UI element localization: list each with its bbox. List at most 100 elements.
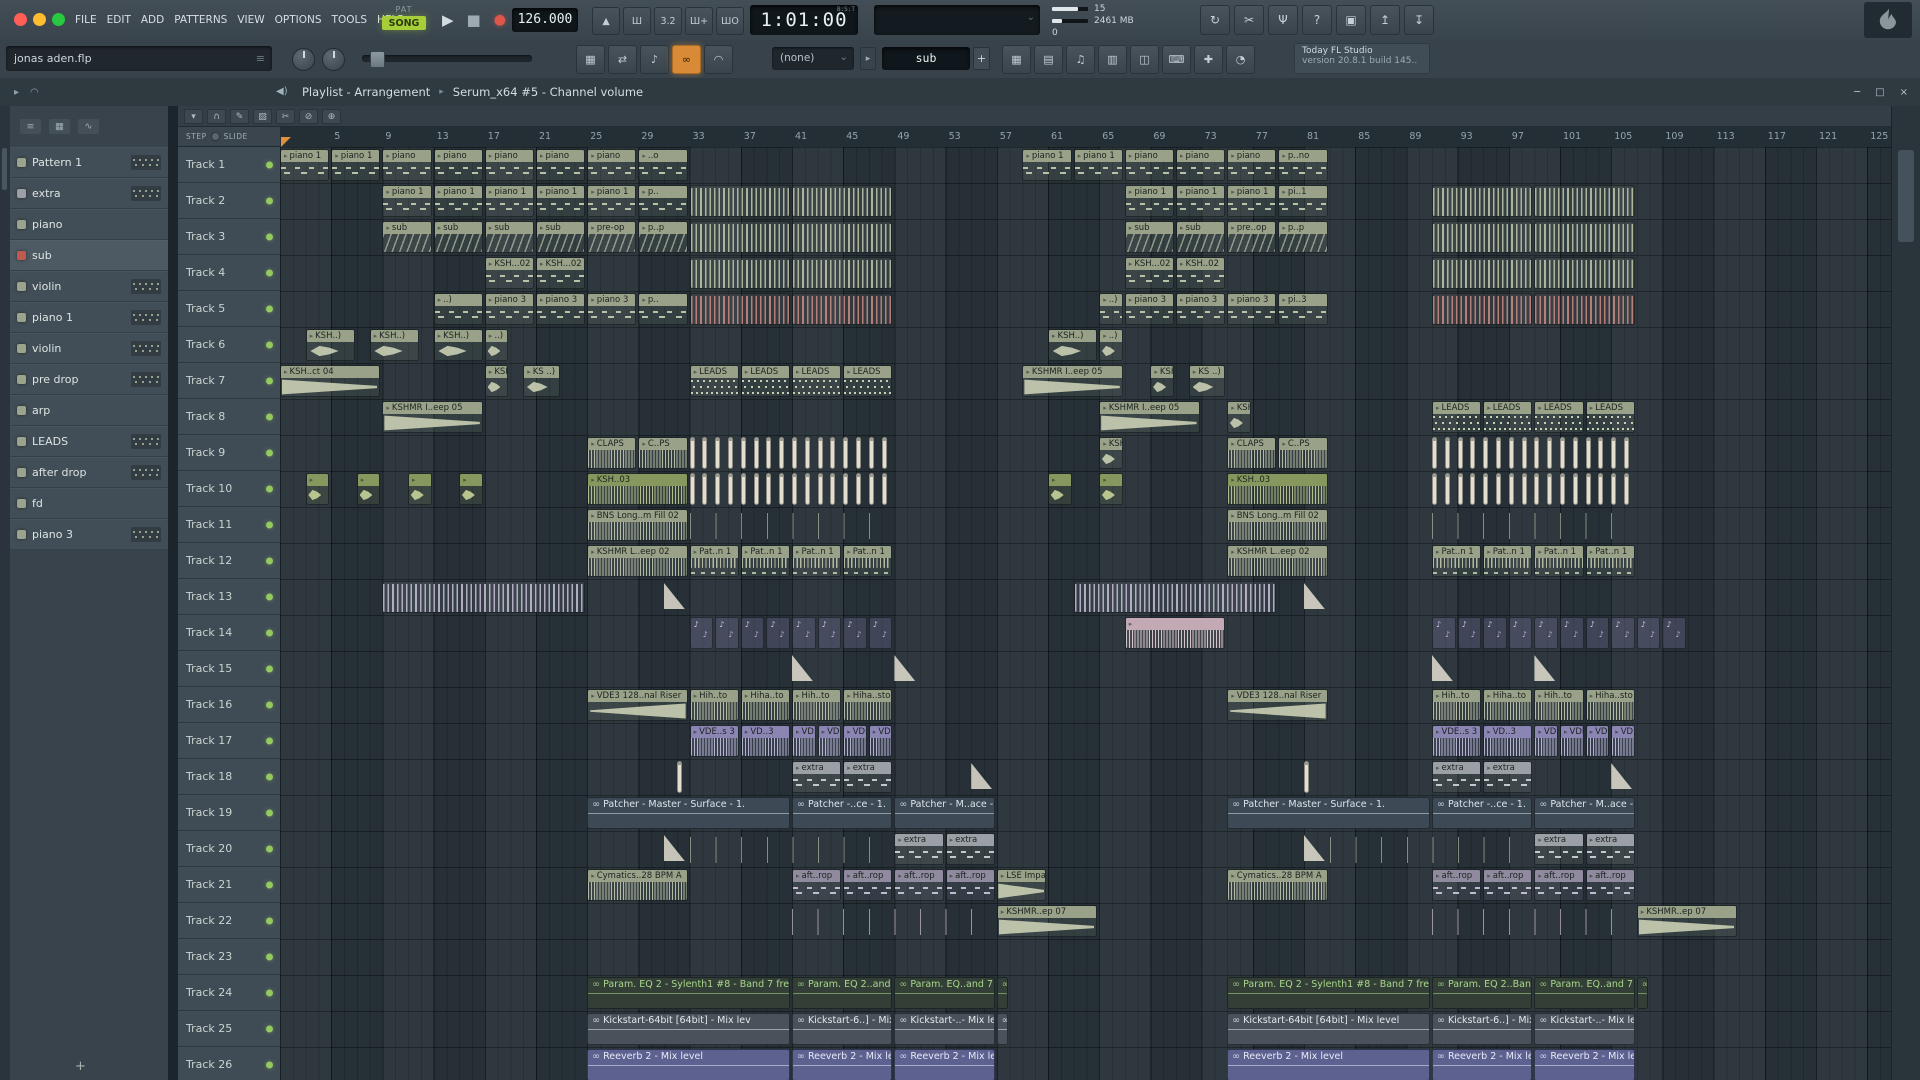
tap-tempo-button[interactable]: ◔ [1226, 45, 1255, 74]
playlist-clip[interactable] [728, 437, 733, 469]
playlist-clip[interactable]: KSH..) [433, 329, 483, 361]
track-name[interactable]: Track 3 [178, 230, 225, 243]
picker-audio-icon[interactable]: ∿ [78, 119, 99, 134]
playlist-clip[interactable]: piano 1 [1176, 185, 1226, 217]
track-led[interactable] [266, 233, 273, 240]
picker-patterns-icon[interactable]: ▦ [49, 119, 70, 134]
track-row[interactable]: Track 13 [178, 579, 280, 615]
playlist-clip[interactable] [728, 473, 733, 505]
playlist-clip[interactable] [1534, 185, 1635, 217]
export-icon[interactable]: ↥ [1370, 5, 1400, 35]
playlist-clip[interactable]: piano 3 [536, 293, 586, 325]
add-channel-button[interactable]: + [973, 47, 990, 70]
playlist-clip[interactable] [830, 437, 836, 469]
playlist-clip[interactable] [382, 581, 586, 613]
playlist-clip[interactable]: Kickstart-64bit [64bit] - Mix lev [587, 1013, 790, 1045]
help-icon[interactable]: ? [1302, 5, 1332, 35]
playlist-clip[interactable]: VDE..s 3 [1585, 725, 1610, 757]
pattern-color-chip[interactable] [17, 374, 26, 384]
playlist-clip[interactable] [459, 473, 483, 505]
playlist-clip[interactable] [1432, 905, 1635, 937]
main-volume-knob[interactable] [322, 48, 345, 71]
playlist-clip[interactable]: Cymatics..28 BPM A [1227, 869, 1328, 901]
track-name[interactable]: Track 15 [178, 662, 232, 675]
picker-menu-icon[interactable]: ≡ [20, 119, 41, 134]
countdown-icon[interactable]: 3.2 [654, 7, 682, 35]
playlist-clip[interactable]: extra [945, 833, 995, 865]
track-name[interactable]: Track 4 [178, 266, 225, 279]
playlist-clip[interactable] [1432, 509, 1635, 541]
playlist-clip[interactable] [689, 257, 790, 289]
playlist-clip[interactable]: Pat..n 1 [740, 545, 790, 577]
playlist-clip[interactable]: piano 1 [433, 185, 483, 217]
playlist-clip[interactable] [1457, 437, 1463, 469]
menu-file[interactable]: FILE [70, 14, 102, 26]
pattern-item[interactable]: arp [10, 395, 168, 426]
zoom-icon[interactable]: ⊕ [322, 108, 341, 124]
playlist-clip[interactable] [689, 221, 790, 253]
swap-icon[interactable]: ⇄ [608, 45, 637, 74]
playlist-clip[interactable] [817, 473, 823, 505]
playlist-clip[interactable]: sub [484, 221, 534, 253]
pattern-color-chip[interactable] [17, 343, 26, 353]
playlist-clip[interactable]: piano 1 [1124, 185, 1174, 217]
track-name[interactable]: Track 25 [178, 1022, 232, 1035]
track-row[interactable]: Track 25 [178, 1011, 280, 1047]
slide-label[interactable]: SLIDE [224, 132, 248, 141]
slider-handle[interactable] [370, 51, 385, 68]
playlist-clip[interactable]: CLAPS [1227, 437, 1277, 469]
playhead-marker[interactable] [281, 137, 291, 147]
track-led[interactable] [266, 413, 273, 420]
playlist-clip[interactable]: KSHMR L..eep 02 [587, 545, 688, 577]
playlist-clip[interactable] [715, 473, 721, 505]
playlist-clip[interactable]: piano 1 [484, 185, 534, 217]
slice-icon[interactable]: ✂ [276, 108, 295, 124]
playlist-clip[interactable]: p.. [638, 185, 688, 217]
playlist-clip[interactable]: C..PS [1278, 437, 1328, 469]
playlist-clip[interactable]: p.. [638, 293, 688, 325]
track-row[interactable]: Track 20 [178, 831, 280, 867]
playlist-clip[interactable]: sub [1124, 221, 1174, 253]
track-led[interactable] [266, 341, 273, 348]
track-row[interactable]: Track 9 [178, 435, 280, 471]
track-row[interactable]: Track 11 [178, 507, 280, 543]
playlist-clip[interactable]: piano [484, 149, 534, 181]
playlist-clip[interactable] [1483, 473, 1489, 505]
playlist-clip[interactable]: Patcher -..ce - 1. [792, 797, 893, 829]
track-name[interactable]: Track 26 [178, 1058, 232, 1071]
track-name[interactable]: Track 8 [178, 410, 225, 423]
playlist-clip[interactable]: piano 1 [331, 149, 381, 181]
main-pitch-knob[interactable] [292, 48, 315, 71]
playlist-clip[interactable] [753, 473, 759, 505]
playlist-clip[interactable]: piano 1 [536, 185, 586, 217]
playlist-clip[interactable] [715, 437, 721, 469]
playlist-clip[interactable]: aft..rop [843, 869, 893, 901]
playlist-clip[interactable] [881, 473, 887, 505]
track-led[interactable] [266, 269, 273, 276]
playlist-clip[interactable]: Pat..n 1 [1534, 545, 1584, 577]
pattern-color-chip[interactable] [17, 436, 26, 446]
playlist-clip[interactable]: KSHMR..ep 07 [1636, 905, 1738, 937]
track-name[interactable]: Track 21 [178, 878, 232, 891]
playlist-clip[interactable]: Hiha..sto [1585, 689, 1635, 721]
playlist-clip[interactable] [1432, 293, 1533, 325]
pattern-item[interactable]: fd [10, 488, 168, 519]
playlist-clip[interactable] [1624, 437, 1629, 469]
playlist-clip[interactable] [305, 473, 330, 505]
playlist-clip[interactable] [1611, 617, 1635, 649]
playlist-clip[interactable]: Reeverb 2 - Mix level [894, 1049, 995, 1080]
track-name[interactable]: Track 22 [178, 914, 232, 927]
playlist-clip[interactable] [1432, 185, 1533, 217]
playlist-clip[interactable] [1483, 437, 1489, 469]
playlist-clip[interactable] [702, 437, 708, 469]
picker-scroll-handle[interactable] [2, 148, 7, 190]
playlist-clip[interactable] [830, 473, 836, 505]
track-led[interactable] [266, 593, 273, 600]
playlist-clip[interactable]: Param. EQ 2..Band 7 freq [1432, 977, 1533, 1009]
pattern-color-chip[interactable] [17, 405, 26, 415]
playlist-clip[interactable] [868, 473, 874, 505]
pattern-color-chip[interactable] [17, 312, 26, 322]
playlist-clip[interactable]: Patcher - Master - Surface - 1. [587, 797, 790, 829]
track-row[interactable]: Track 22 [178, 903, 280, 939]
playlist-clip[interactable]: piano 1 [382, 185, 432, 217]
